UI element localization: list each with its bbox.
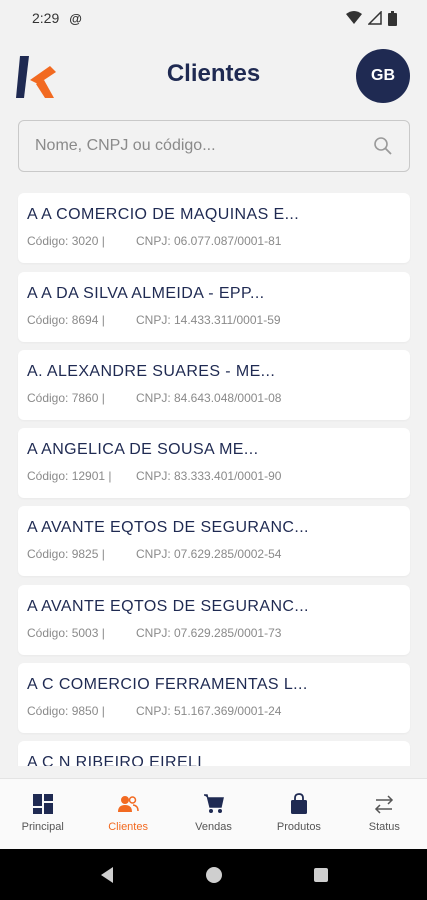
client-cnpj: CNPJ: 07.629.285/0002-54 <box>136 547 282 561</box>
client-cnpj: CNPJ: 83.333.401/0001-90 <box>136 469 282 483</box>
home-icon[interactable] <box>205 866 223 884</box>
status-time: 2:29 <box>32 10 60 26</box>
client-card[interactable]: A C COMERCIO FERRAMENTAS L... Código: 98… <box>18 663 410 733</box>
dashboard-icon <box>32 794 53 814</box>
bag-icon <box>290 793 307 814</box>
client-name: A ANGELICA DE SOUSA ME... <box>27 441 259 458</box>
client-meta: Código: 9825 | CNPJ: 07.629.285/0002-54 <box>27 547 400 561</box>
client-meta: Código: 12901 | CNPJ: 83.333.401/0001-90 <box>27 469 400 483</box>
at-sign-icon: @ <box>69 10 82 26</box>
client-card[interactable]: A. ALEXANDRE SUARES - ME... Código: 7860… <box>18 350 410 420</box>
client-cnpj: CNPJ: 51.167.369/0001-24 <box>136 704 282 718</box>
nav-item-vendas[interactable]: Vendas <box>171 779 256 849</box>
client-cnpj: CNPJ: 07.629.285/0001-73 <box>136 626 282 640</box>
client-list[interactable]: A A COMERCIO DE MAQUINAS E... Código: 30… <box>0 193 427 766</box>
cart-icon <box>203 794 224 813</box>
client-meta: Código: 5003 | CNPJ: 07.629.285/0001-73 <box>27 626 400 640</box>
client-name: A AVANTE EQTOS DE SEGURANC... <box>27 598 309 615</box>
battery-icon <box>388 10 397 26</box>
client-code: Código: 5003 | <box>27 626 105 640</box>
client-card[interactable]: A ANGELICA DE SOUSA ME... Código: 12901 … <box>18 428 410 498</box>
nav-item-status[interactable]: Status <box>342 779 427 849</box>
search-box[interactable] <box>18 120 410 172</box>
client-name: A A COMERCIO DE MAQUINAS E... <box>27 206 300 223</box>
client-meta: Código: 9850 | CNPJ: 51.167.369/0001-24 <box>27 704 400 718</box>
nav-label: Clientes <box>108 821 148 833</box>
client-cnpj: CNPJ: 84.643.048/0001-08 <box>136 391 282 405</box>
client-code: Código: 7860 | <box>27 391 105 405</box>
sync-arrows-icon <box>375 795 394 814</box>
client-meta: Código: 3020 | CNPJ: 06.077.087/0001-81 <box>27 234 400 248</box>
client-card[interactable]: A AVANTE EQTOS DE SEGURANC... Código: 50… <box>18 585 410 655</box>
recents-icon[interactable] <box>313 867 329 883</box>
client-code: Código: 12901 | <box>27 469 112 483</box>
nav-label: Principal <box>21 821 64 833</box>
nav-label: Vendas <box>195 821 232 833</box>
client-name: A. ALEXANDRE SUARES - ME... <box>27 363 276 380</box>
client-code: Código: 9850 | <box>27 704 105 718</box>
search-input[interactable] <box>35 137 373 155</box>
client-name: A C N RIBEIRO EIRELI <box>27 754 203 766</box>
search-icon[interactable] <box>373 136 393 156</box>
wifi-icon <box>346 11 362 24</box>
client-card[interactable]: A C N RIBEIRO EIRELI <box>18 741 410 766</box>
client-meta: Código: 8694 | CNPJ: 14.433.311/0001-59 <box>27 313 400 327</box>
client-meta: Código: 7860 | CNPJ: 84.643.048/0001-08 <box>27 391 400 405</box>
system-nav-bar <box>0 849 427 900</box>
client-name: A A DA SILVA ALMEIDA - EPP... <box>27 285 265 302</box>
back-icon[interactable] <box>99 866 115 884</box>
people-icon <box>118 796 139 812</box>
nav-item-produtos[interactable]: Produtos <box>256 779 341 849</box>
client-name: A C COMERCIO FERRAMENTAS L... <box>27 676 308 693</box>
user-avatar[interactable]: GB <box>356 49 410 103</box>
app-header: Clientes GB <box>0 44 427 108</box>
client-cnpj: CNPJ: 06.077.087/0001-81 <box>136 234 282 248</box>
bottom-nav: Principal Clientes Vendas Produtos Statu… <box>0 778 427 849</box>
client-name: A AVANTE EQTOS DE SEGURANC... <box>27 519 309 536</box>
client-code: Código: 8694 | <box>27 313 105 327</box>
client-code: Código: 3020 | <box>27 234 105 248</box>
client-card[interactable]: A AVANTE EQTOS DE SEGURANC... Código: 98… <box>18 506 410 576</box>
signal-icon <box>368 11 382 25</box>
client-code: Código: 9825 | <box>27 547 105 561</box>
nav-item-principal[interactable]: Principal <box>0 779 85 849</box>
client-cnpj: CNPJ: 14.433.311/0001-59 <box>136 313 281 327</box>
client-card[interactable]: A A DA SILVA ALMEIDA - EPP... Código: 86… <box>18 272 410 342</box>
nav-label: Status <box>368 821 400 833</box>
nav-item-clientes[interactable]: Clientes <box>85 779 170 849</box>
nav-label: Produtos <box>276 821 321 833</box>
client-card[interactable]: A A COMERCIO DE MAQUINAS E... Código: 30… <box>18 193 410 263</box>
status-bar: 2:29 @ <box>0 0 427 36</box>
